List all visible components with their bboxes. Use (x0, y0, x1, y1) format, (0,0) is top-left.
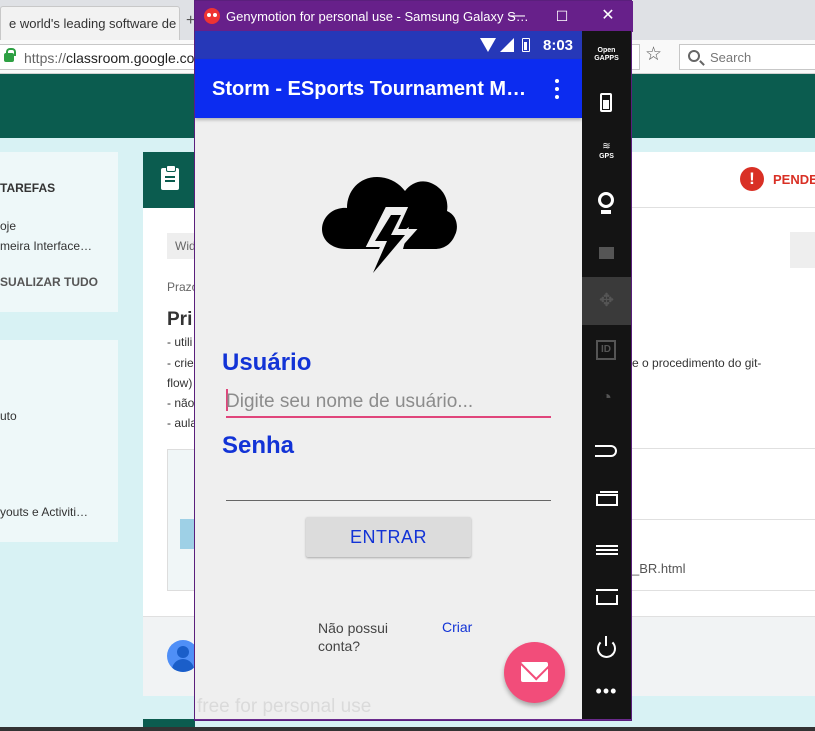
task-item[interactable]: meira Interface… (0, 239, 92, 253)
genymotion-sidebar: Open GAPPS ≋ GPS ✥ ID ◔ ••• (582, 31, 631, 719)
alert-icon: ! (740, 167, 764, 191)
pending-status: PENDE (773, 172, 815, 187)
view-all-link[interactable]: SUALIZAR TUDO (0, 275, 98, 289)
opengapps-button[interactable]: Open GAPPS (582, 47, 631, 63)
overflow-menu-icon[interactable] (550, 79, 564, 99)
app-bar: Storm - ESports Tournament M… (195, 59, 582, 118)
username-label: Usuário (222, 349, 312, 376)
multitouch-button[interactable]: ✥ (582, 277, 631, 325)
assignment-line: - utili (167, 335, 193, 349)
back-icon[interactable] (595, 445, 617, 457)
username-input[interactable]: Digite seu nome de usuário... (226, 386, 551, 418)
device-id-icon: ID (596, 340, 616, 360)
wifi-signal-icon: ≋ (602, 141, 611, 152)
battery-widget-icon[interactable] (600, 93, 612, 112)
assignment-line: - não (167, 396, 195, 410)
power-icon[interactable] (597, 636, 616, 658)
status-time: 8:03 (543, 37, 574, 54)
address-text: https://classroom.google.co (24, 50, 195, 66)
assignment-line-continued: e o procedimento do git- (632, 356, 762, 370)
close-button[interactable]: ✕ (596, 5, 620, 27)
app-title: Storm - ESports Tournament M… (212, 78, 527, 100)
menu-icon[interactable] (596, 545, 618, 555)
genymotion-window-title: Genymotion for personal use - Samsung Ga… (226, 9, 529, 24)
no-account-text: Não possui conta? (318, 620, 389, 654)
minimize-button[interactable]: — (505, 5, 529, 27)
capture-icon (599, 247, 614, 259)
login-button[interactable]: ENTRAR (306, 517, 471, 557)
rotate-icon: ◔ (601, 387, 612, 407)
create-account-link[interactable]: Criar (442, 619, 472, 635)
password-input[interactable] (226, 471, 551, 501)
search-placeholder: Search (710, 50, 752, 65)
browser-search-input[interactable]: Search (679, 44, 815, 70)
assignment-line: - crie (167, 356, 194, 370)
bookmark-star-icon[interactable]: ☆ (645, 43, 662, 66)
genymotion-watermark: free for personal use (197, 696, 372, 717)
mail-icon (521, 662, 548, 682)
lock-icon (4, 48, 16, 62)
battery-icon (522, 38, 530, 52)
move-icon: ✥ (598, 290, 615, 310)
taskbar (0, 727, 815, 731)
webcam-icon[interactable] (598, 192, 614, 214)
maximize-button[interactable]: ☐ (550, 5, 574, 27)
status-icons (480, 37, 530, 53)
recent-apps-icon[interactable] (596, 491, 618, 506)
genymotion-title-bar[interactable]: Genymotion for personal use - Samsung Ga… (195, 1, 633, 32)
android-screen: 8:03 Storm - ESports Tournament M… Usuár… (195, 31, 582, 719)
signal-icon (500, 38, 514, 52)
assignment-line: - aula (167, 416, 198, 430)
assignment-line: flow) (167, 376, 193, 390)
password-label: Senha (222, 432, 295, 459)
clipboard-icon (161, 165, 179, 190)
storm-cloud-icon (322, 177, 457, 287)
search-icon (688, 50, 700, 62)
wifi-icon (480, 38, 496, 52)
genymotion-logo-icon (204, 8, 220, 24)
attachment-file-name[interactable]: _BR.html (632, 561, 685, 576)
more-options-icon[interactable]: ••• (582, 681, 631, 702)
desktop: e world's leading software de + https://… (0, 0, 815, 731)
card-action-button[interactable] (790, 232, 815, 268)
home-icon[interactable] (596, 589, 618, 605)
gps-button[interactable]: GPS (582, 153, 631, 161)
android-status-bar: 8:03 (195, 31, 582, 59)
mail-fab-button[interactable] (504, 642, 565, 703)
assignment-title: Pri (167, 309, 193, 330)
tasks-heading: TAREFAS (0, 181, 56, 195)
browser-tab[interactable]: e world's leading software de (0, 6, 180, 40)
task-item[interactable]: oje (0, 219, 16, 233)
topic-item[interactable]: uto (0, 409, 17, 423)
topic-item[interactable]: youts e Activiti… (0, 505, 88, 519)
username-placeholder: Digite seu nome de usuário... (226, 391, 474, 412)
